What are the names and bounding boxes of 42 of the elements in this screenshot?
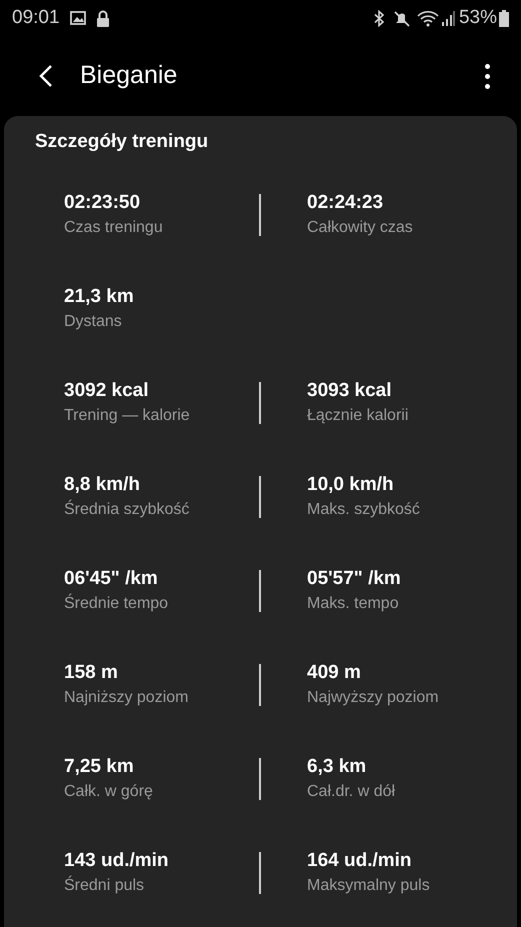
mute-icon — [392, 10, 411, 26]
stat-value: 7,25 km — [64, 754, 135, 778]
screen-title: Bieganie — [80, 60, 178, 92]
signal-icon — [440, 10, 455, 26]
stat-value: 409 m — [307, 660, 362, 684]
stat-label: Najwyższy poziom — [307, 688, 439, 708]
stat-label: Maks. szybkość — [307, 500, 420, 520]
stat-label: Średnie tempo — [64, 592, 170, 614]
stat-value: 8,8 km/h — [64, 472, 142, 496]
stat-label: Łącznie kalorii — [307, 406, 408, 426]
stat-label: Dystans — [64, 312, 123, 332]
stat-label: Trening — kalorie — [64, 406, 191, 426]
bluetooth-icon — [372, 10, 385, 26]
battery-percent: 53% — [458, 6, 497, 30]
stat-value: 05'57" /km — [307, 566, 401, 590]
stat-label: Maks. tempo — [307, 594, 400, 614]
stat-value: 02:24:23 — [307, 190, 384, 214]
stat-value: 02:23:50 — [64, 190, 142, 214]
stat-label: Średnia szybkość — [64, 498, 190, 520]
battery-icon — [499, 10, 509, 26]
stat-value: 164 ud./min — [307, 848, 413, 872]
stat-value: 6,3 km — [307, 754, 368, 778]
stat-label: Maksymalny puls — [307, 876, 430, 896]
stat-label: Czas treningu — [64, 218, 164, 238]
stat-label: Cał.dr. w dół — [307, 782, 396, 802]
image-icon — [70, 11, 86, 25]
status-time: 09:01 — [12, 6, 60, 30]
stat-value: 06'45" /km — [64, 566, 159, 590]
stat-label: Całk. w górę — [64, 782, 154, 802]
stat-value: 158 m — [64, 660, 119, 684]
wifi-icon — [416, 10, 439, 26]
section-title: Szczegóły treningu — [35, 130, 210, 154]
stat-label: Całkowity czas — [307, 218, 413, 238]
stat-label: Najniższy poziom — [64, 688, 190, 708]
stat-value: 21,3 km — [64, 284, 135, 308]
stat-value: 10,0 km/h — [307, 472, 395, 496]
stat-value: 3093 kcal — [307, 378, 393, 402]
lock-icon — [96, 10, 110, 26]
back-icon — [39, 64, 53, 88]
stat-value: 143 ud./min — [64, 848, 170, 872]
stat-label: Średni puls — [64, 874, 146, 896]
stat-value: 3092 kcal — [64, 378, 150, 402]
